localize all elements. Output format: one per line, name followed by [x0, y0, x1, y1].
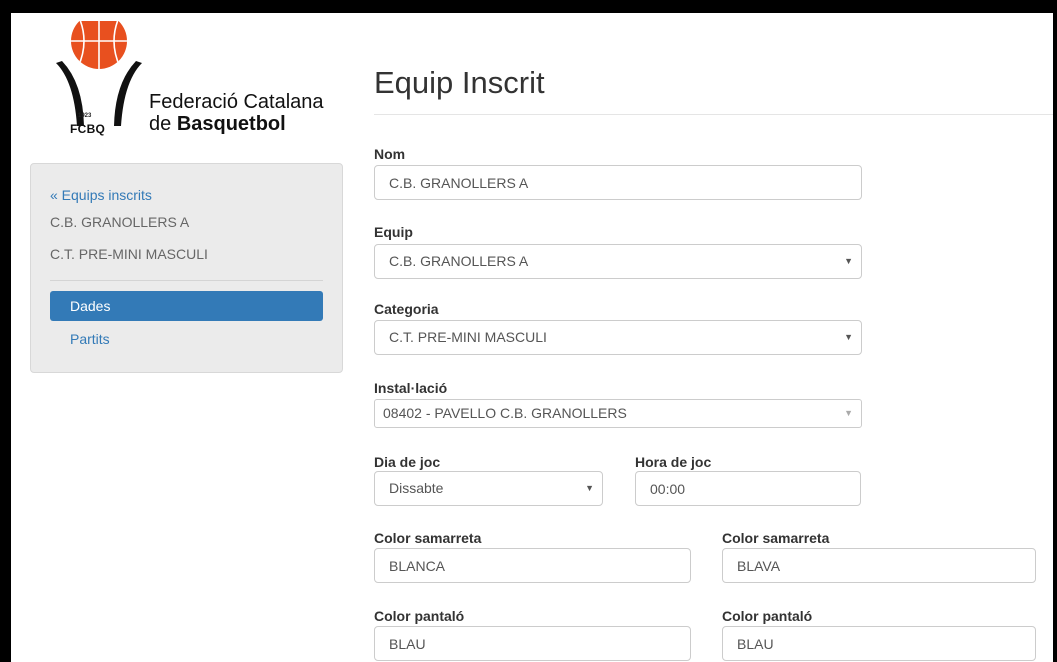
chevron-down-icon: ▼ [585, 483, 594, 493]
color-samarreta-2-label: Color samarreta [722, 530, 830, 546]
logo-name-line1: Federació Catalana [149, 91, 324, 113]
sidebar: « Equips inscrits C.B. GRANOLLERS A C.T.… [30, 163, 343, 373]
fcbq-logo[interactable]: 1923 FCBQ Federació Catalana de Basquetb… [56, 21, 324, 141]
logo-name-prefix: de [149, 113, 177, 135]
dia-select[interactable]: Dissabte ▼ [374, 471, 603, 506]
color-pantalo-1-label: Color pantaló [374, 608, 465, 624]
page-title: Equip Inscrit [374, 65, 545, 100]
sidebar-team-name: C.B. GRANOLLERS A [50, 214, 190, 230]
categoria-select[interactable]: C.T. PRE-MINI MASCULI ▼ [374, 320, 862, 355]
chevron-down-icon: ▼ [844, 256, 853, 266]
color-samarreta-2-input[interactable] [722, 548, 1036, 583]
dia-select-value: Dissabte [389, 480, 444, 496]
equip-select-value: C.B. GRANOLLERS A [389, 253, 529, 269]
chevron-down-icon: ▼ [844, 408, 853, 418]
logo-abbreviation: FCBQ [70, 122, 106, 136]
logo-name-bold: Basquetbol [176, 113, 286, 135]
installacio-select[interactable]: 08402 - PAVELLO C.B. GRANOLLERS ▼ [374, 399, 862, 428]
nom-input[interactable] [374, 165, 862, 200]
hora-input[interactable] [635, 471, 861, 506]
hora-label: Hora de joc [635, 454, 712, 470]
sidebar-item-partits[interactable]: Partits [70, 331, 110, 347]
color-pantalo-1-input[interactable] [374, 626, 691, 661]
logo-name-line2: de Basquetbol [149, 113, 286, 136]
color-pantalo-2-label: Color pantaló [722, 608, 813, 624]
sidebar-divider [50, 280, 323, 281]
title-divider [374, 114, 1053, 115]
categoria-select-value: C.T. PRE-MINI MASCULI [389, 329, 547, 345]
app-frame: 1923 FCBQ Federació Catalana de Basquetb… [11, 13, 1053, 662]
dia-label: Dia de joc [374, 454, 441, 470]
logo-year: 1923 [78, 113, 92, 119]
equip-select[interactable]: C.B. GRANOLLERS A ▼ [374, 244, 862, 279]
chevron-down-icon: ▼ [844, 332, 853, 342]
color-samarreta-1-label: Color samarreta [374, 530, 482, 546]
back-to-teams-link[interactable]: « Equips inscrits [50, 187, 152, 203]
categoria-label: Categoria [374, 301, 439, 317]
installacio-label: Instal·lació [374, 380, 448, 396]
sidebar-category-name: C.T. PRE-MINI MASCULI [50, 246, 208, 262]
nom-label: Nom [374, 146, 406, 162]
sidebar-item-dades[interactable]: Dades [50, 291, 323, 321]
installacio-select-value: 08402 - PAVELLO C.B. GRANOLLERS [383, 405, 627, 421]
color-samarreta-1-input[interactable] [374, 548, 691, 583]
color-pantalo-2-input[interactable] [722, 626, 1036, 661]
equip-label: Equip [374, 224, 413, 240]
